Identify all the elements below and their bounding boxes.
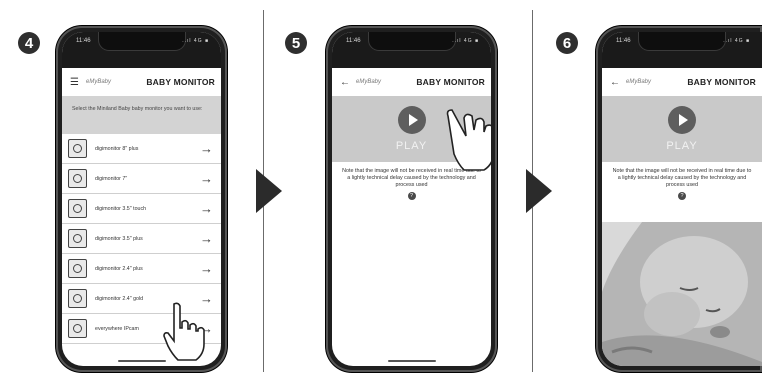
status-icons: ..ıl 4G ■ xyxy=(723,38,750,44)
app-logo: eMyBaby xyxy=(86,79,112,85)
instruction-text: Select the Miniland Baby baby monitor yo… xyxy=(72,106,203,112)
device-row[interactable]: digimonitor 3.5" plus → xyxy=(62,224,221,254)
hand-pointer-icon xyxy=(163,302,205,361)
device-label: digimonitor 2.4" plus xyxy=(95,265,143,272)
device-row[interactable]: digimonitor 8" plus → xyxy=(62,134,221,164)
status-bar: 11:46 ..ıl 4G ■ xyxy=(332,32,491,68)
home-indicator xyxy=(117,360,166,362)
app-title: BABY MONITOR xyxy=(687,77,756,87)
phone-screen: 11:46 ..ıl 4G ■ ← eMyBaby BABY MONITOR P… xyxy=(332,32,491,366)
phone-step-4: 11:46 ..ıl 4G ■ ☰ eMyBaby BABY MONITOR S… xyxy=(56,26,227,372)
chevron-right-icon: → xyxy=(200,201,213,216)
device-label: digimonitor 8" plus xyxy=(95,145,139,152)
step-badge-5: 5 xyxy=(285,32,307,54)
app-bar: ☰ eMyBaby BABY MONITOR xyxy=(62,68,221,96)
baby-photo xyxy=(602,222,762,366)
delay-note: Note that the image will not be received… xyxy=(612,168,752,188)
chevron-right-icon: → xyxy=(200,261,213,276)
status-time: 11:46 xyxy=(346,38,361,44)
device-row[interactable]: digimonitor 2.4" plus → xyxy=(62,254,221,284)
notch xyxy=(639,32,725,50)
step-badge-4: 4 xyxy=(18,32,40,54)
step-arrow-icon xyxy=(256,169,282,213)
hamburger-icon[interactable]: ☰ xyxy=(70,77,80,88)
status-bar: 11:46 ..ıl 4G ■ xyxy=(602,32,762,68)
device-label: digimonitor 7" xyxy=(95,175,128,182)
camera-icon xyxy=(68,319,87,338)
notch xyxy=(98,32,185,50)
app-logo: eMyBaby xyxy=(626,79,652,85)
help-icon[interactable]: ? xyxy=(678,192,686,200)
app-bar: ← eMyBaby BABY MONITOR xyxy=(602,68,762,96)
baby-camera-feed xyxy=(602,222,762,366)
monitor-icon xyxy=(68,259,87,278)
hand-pointer-icon xyxy=(446,109,491,171)
back-arrow-icon[interactable]: ← xyxy=(340,77,350,88)
status-time: 11:46 xyxy=(616,38,631,44)
status-icons: ..ıl 4G ■ xyxy=(452,38,479,44)
monitor-icon xyxy=(68,199,87,218)
device-label: everywhere IPcam xyxy=(95,325,139,332)
device-row[interactable]: digimonitor 3.5" touch → xyxy=(62,194,221,224)
monitor-icon xyxy=(68,139,87,158)
video-area: PLAY xyxy=(602,96,762,162)
status-icons: ..ıl 4G ■ xyxy=(182,38,209,44)
phone-step-5: 11:46 ..ıl 4G ■ ← eMyBaby BABY MONITOR P… xyxy=(326,26,497,372)
monitor-icon xyxy=(68,169,87,188)
instruction-band xyxy=(62,96,221,134)
device-label: digimonitor 2.4" gold xyxy=(95,295,144,302)
monitor-icon xyxy=(68,229,87,248)
play-button[interactable] xyxy=(668,106,696,134)
phone-screen: 11:46 ..ıl 4G ■ ☰ eMyBaby BABY MONITOR S… xyxy=(62,32,221,366)
device-label: digimonitor 3.5" plus xyxy=(95,235,143,242)
status-bar: 11:46 ..ıl 4G ■ xyxy=(62,32,221,68)
step-arrow-icon xyxy=(526,169,552,213)
chevron-right-icon: → xyxy=(200,171,213,186)
phone-screen: 11:46 ..ıl 4G ■ ← eMyBaby BABY MONITOR P… xyxy=(602,32,762,366)
app-title: BABY MONITOR xyxy=(146,77,215,87)
notch xyxy=(368,32,455,50)
app-title: BABY MONITOR xyxy=(416,77,485,87)
device-label: digimonitor 3.5" touch xyxy=(95,205,147,212)
play-label: PLAY xyxy=(666,140,698,152)
status-time: 11:46 xyxy=(76,38,91,44)
chevron-right-icon: → xyxy=(200,231,213,246)
device-row[interactable]: digimonitor 7" → xyxy=(62,164,221,194)
play-button[interactable] xyxy=(397,106,426,134)
monitor-icon xyxy=(68,289,87,308)
step-badge-6: 6 xyxy=(556,32,578,54)
app-bar: ← eMyBaby BABY MONITOR xyxy=(332,68,491,96)
help-icon[interactable]: ? xyxy=(407,192,416,200)
home-indicator xyxy=(387,360,436,362)
app-logo: eMyBaby xyxy=(356,79,382,85)
chevron-right-icon: → xyxy=(200,141,213,156)
phone-step-6: 11:46 ..ıl 4G ■ ← eMyBaby BABY MONITOR P… xyxy=(596,26,762,372)
back-arrow-icon[interactable]: ← xyxy=(610,77,620,88)
